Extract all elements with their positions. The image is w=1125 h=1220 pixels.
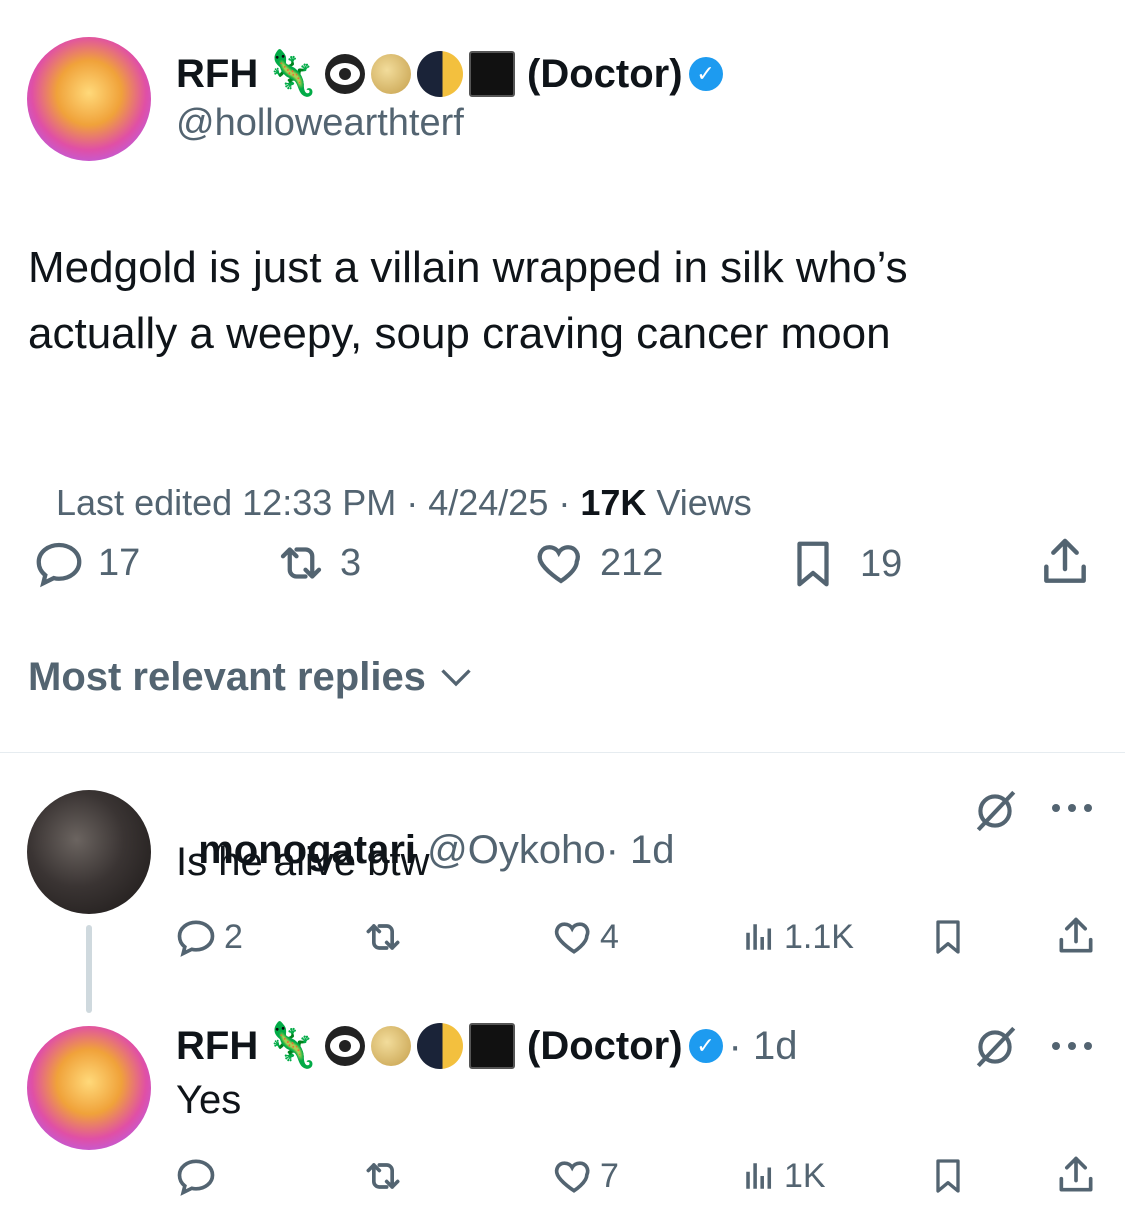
reply1-share-button[interactable] <box>1054 913 1098 959</box>
reply2-bookmark-button[interactable] <box>928 1154 968 1198</box>
author-name-row[interactable]: RFH 🦎 (Doctor) ✓ <box>176 44 723 104</box>
heart-icon <box>554 922 590 954</box>
thread-line <box>86 925 92 1013</box>
reply2-views-count: 1K <box>784 1156 826 1195</box>
tweet-timestamp[interactable]: Last edited 12:33 PM · 4/24/25 · <box>56 482 580 523</box>
chevron-down-icon <box>441 668 471 686</box>
reply1-text: Is he alive btw <box>176 840 430 884</box>
planet-icon <box>371 54 412 94</box>
reply1-views-button[interactable]: 1.1K <box>742 915 854 959</box>
retweet-icon <box>366 1163 400 1189</box>
share-button[interactable] <box>1036 534 1094 590</box>
replies-sort-dropdown[interactable]: Most relevant replies <box>28 655 474 700</box>
reply2-time[interactable]: · 1d <box>729 1024 798 1069</box>
reply2-more-button[interactable] <box>1050 1036 1094 1056</box>
reply1-time[interactable]: · 1d <box>606 828 675 872</box>
reply1-reply-count: 2 <box>224 917 243 956</box>
reply2-retweet-button[interactable] <box>360 1154 406 1198</box>
grok-icon <box>976 790 1016 832</box>
moon-icon <box>417 51 464 97</box>
reply1-handle[interactable]: @Oykoho <box>427 828 605 872</box>
black-square-icon <box>469 1023 516 1069</box>
bookmark-icon <box>797 541 829 587</box>
black-square-icon <box>469 51 516 97</box>
reply2-suffix: (Doctor) <box>527 1023 683 1068</box>
reply1-like-count: 4 <box>600 917 619 956</box>
moon-icon <box>417 1023 464 1069</box>
bookmark-count: 19 <box>860 542 903 585</box>
share-icon <box>1059 917 1093 953</box>
share-icon <box>1059 1156 1093 1192</box>
more-icon <box>1052 1042 1092 1050</box>
tweet-text-line-1: Medgold is just a villain wrapped in sil… <box>28 243 908 292</box>
tweet-text: Medgold is just a villain wrapped in sil… <box>28 235 908 367</box>
reply2-views-button[interactable]: 1K <box>742 1154 826 1198</box>
reply2-name[interactable]: RFH <box>176 1024 258 1069</box>
author-suffix: (Doctor) <box>527 51 683 96</box>
reply-icon <box>36 542 82 588</box>
reply2-text: Yes <box>176 1078 242 1122</box>
author-avatar[interactable] <box>27 37 151 161</box>
reply1-more-button[interactable] <box>1050 798 1094 818</box>
verified-badge-icon: ✓ <box>688 57 723 91</box>
retweet-count: 3 <box>340 541 362 584</box>
tweet-text-line-2: actually a weepy, soup craving cancer mo… <box>28 309 891 358</box>
reply1-avatar[interactable] <box>27 790 151 914</box>
reply1-retweet-button[interactable] <box>360 915 406 959</box>
reply1-views-count: 1.1K <box>784 917 854 956</box>
gecko-icon: 🦎 <box>264 49 320 98</box>
author-name: RFH <box>176 51 259 96</box>
divider <box>0 752 1125 753</box>
reply1-grok-button[interactable] <box>970 786 1020 836</box>
heart-icon <box>554 1161 590 1193</box>
retweet-button[interactable]: 3 <box>272 536 361 590</box>
eye-icon <box>325 54 366 94</box>
author-handle[interactable]: @hollowearthterf <box>176 102 464 145</box>
reply2-like-count: 7 <box>600 1156 619 1195</box>
heart-icon <box>537 545 580 584</box>
share-icon <box>1044 538 1086 583</box>
reply-button[interactable]: 17 <box>30 536 140 590</box>
retweet-icon <box>280 547 322 579</box>
like-count: 212 <box>600 541 664 584</box>
reply1-bookmark-button[interactable] <box>928 915 968 959</box>
replies-sort-label: Most relevant replies <box>28 655 426 699</box>
reply2-header: RFH 🦎 (Doctor) ✓ · 1d <box>176 1016 797 1076</box>
tweet-meta: Last edited 12:33 PM · 4/24/25 · 17K Vie… <box>36 440 752 524</box>
reply2-grok-button[interactable] <box>970 1022 1020 1072</box>
reply-icon <box>177 1159 215 1196</box>
more-icon <box>1052 804 1092 812</box>
views-label: Views <box>646 482 752 523</box>
reply1-like-button[interactable]: 4 <box>552 915 619 959</box>
gecko-icon: 🦎 <box>264 1021 320 1070</box>
reply1-reply-button[interactable]: 2 <box>174 915 243 959</box>
bookmark-icon <box>936 1159 960 1193</box>
reply2-share-button[interactable] <box>1054 1152 1098 1198</box>
grok-icon <box>976 1026 1016 1068</box>
like-button[interactable]: 212 <box>532 536 663 590</box>
planet-icon <box>371 1026 412 1066</box>
verified-badge-icon: ✓ <box>688 1029 723 1063</box>
reply2-reply-button[interactable] <box>174 1154 218 1198</box>
views-count: 17K <box>580 482 647 523</box>
reply-count: 17 <box>98 541 141 584</box>
bookmark-icon <box>936 920 960 954</box>
retweet-icon <box>366 924 400 950</box>
analytics-icon <box>746 924 772 950</box>
analytics-icon <box>746 1163 772 1189</box>
eye-icon <box>325 1026 366 1066</box>
reply2-avatar[interactable] <box>27 1026 151 1150</box>
reply-icon <box>177 920 215 957</box>
reply2-like-button[interactable]: 7 <box>552 1154 619 1198</box>
bookmark-button[interactable]: 19 <box>786 536 902 592</box>
